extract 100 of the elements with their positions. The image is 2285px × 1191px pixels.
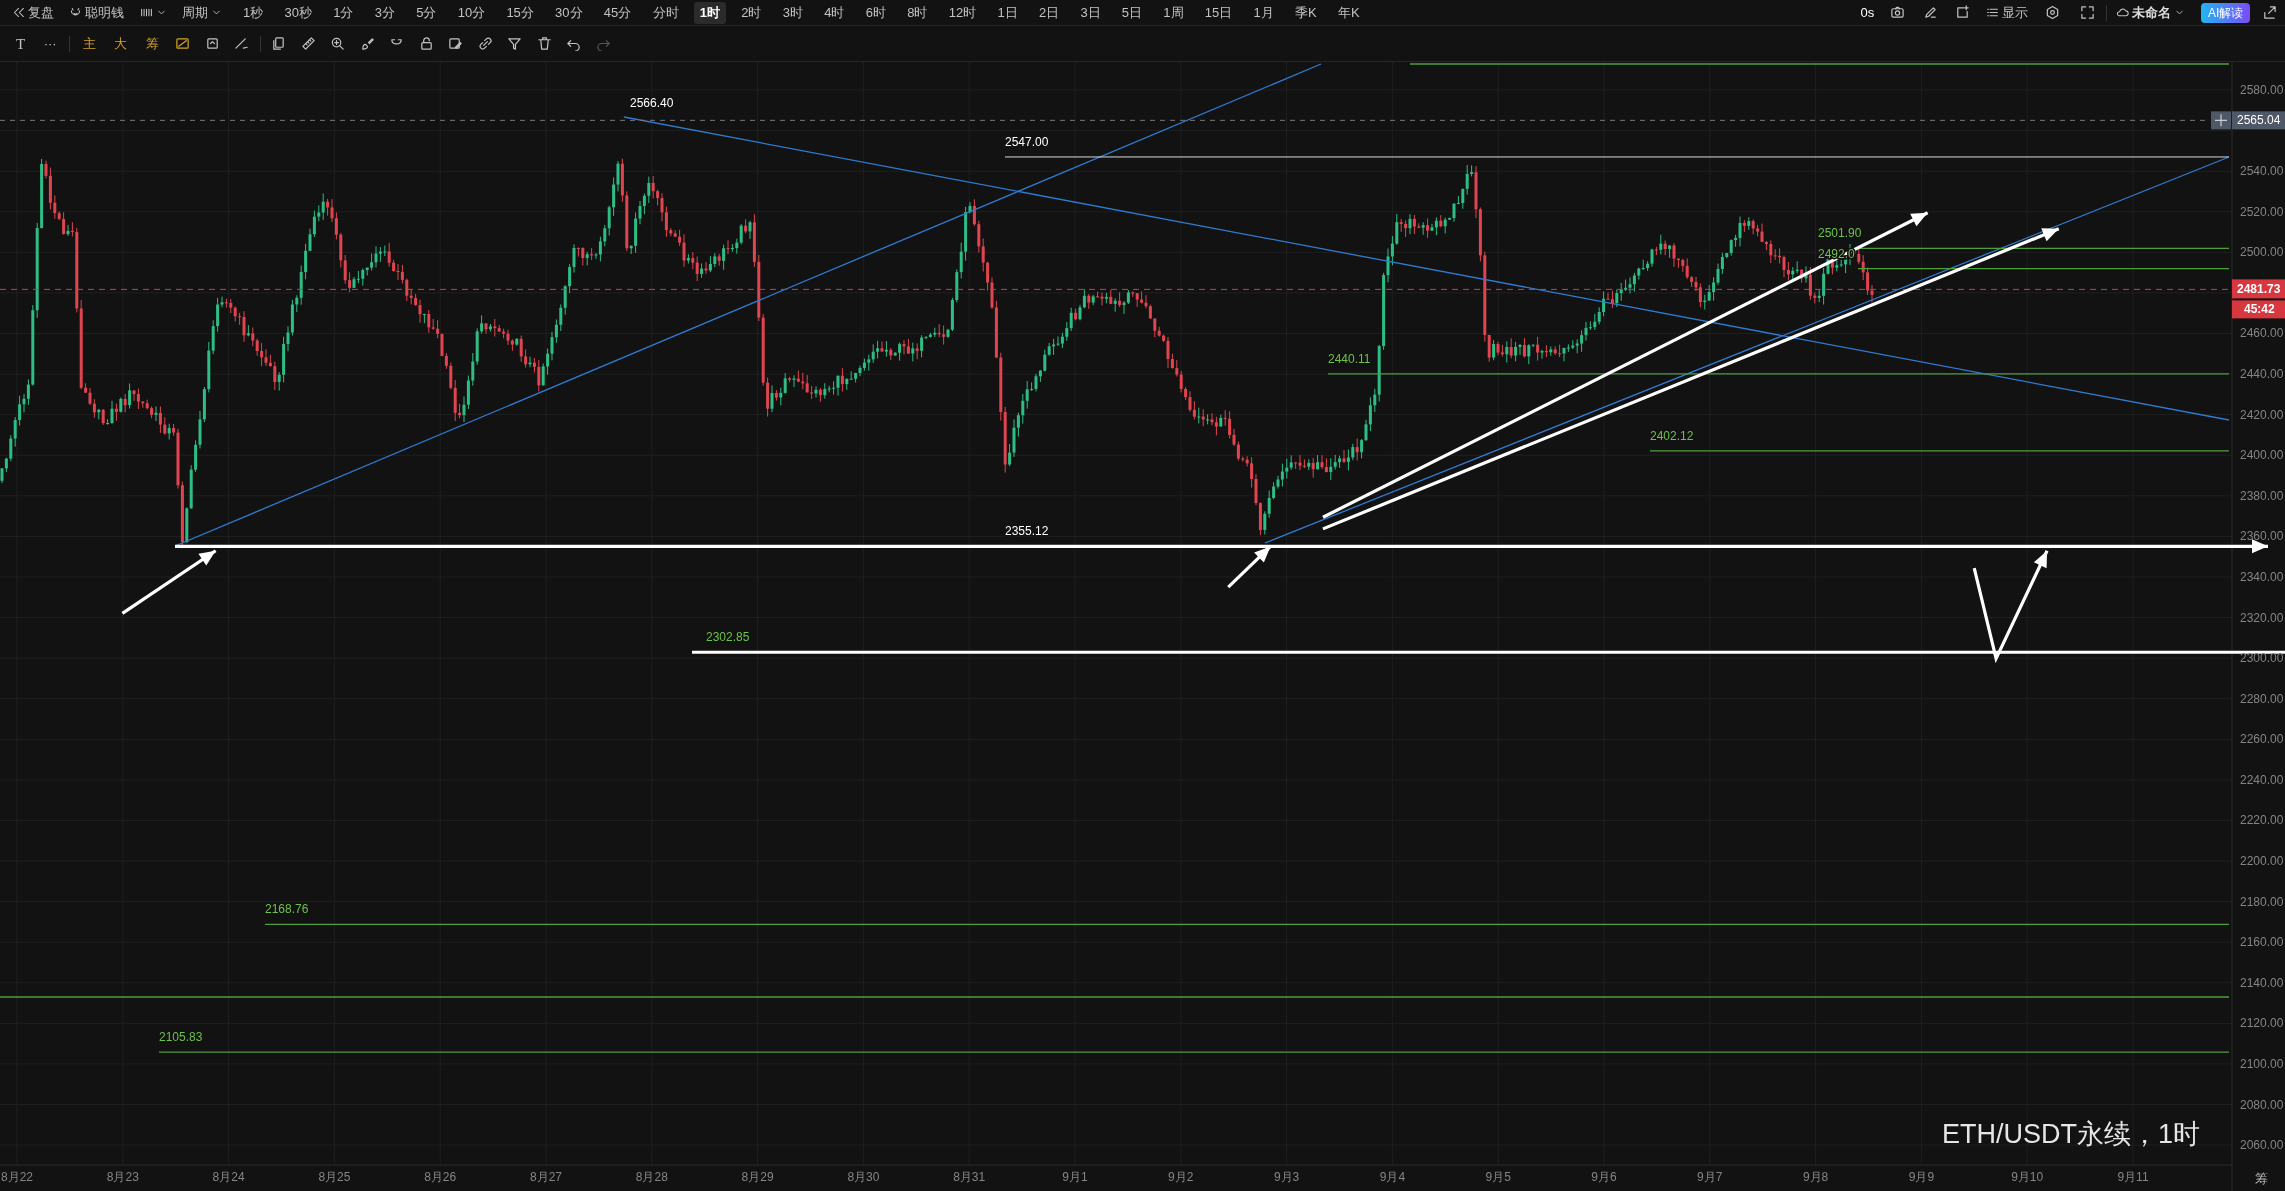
date-tick: 9月3 [1273, 1170, 1300, 1184]
interval-tab[interactable]: 3日 [1074, 1, 1107, 24]
interval-tab[interactable]: 5日 [1115, 1, 1149, 24]
arrow[interactable] [1227, 545, 1272, 589]
layout-dropdown[interactable]: 未命名 [2110, 1, 2192, 24]
interval-tab[interactable]: 分时 [646, 1, 685, 24]
interval-tab[interactable]: 3分 [368, 1, 401, 24]
price-tick: 2200.00 [2240, 854, 2284, 868]
level-line[interactable] [1857, 247, 2230, 250]
interval-tab[interactable]: 5分 [410, 1, 443, 24]
plus-icon [2214, 113, 2228, 127]
copy-icon [271, 36, 287, 51]
interval-tab[interactable]: 4时 [818, 1, 851, 24]
price-tick: 2100.00 [2240, 1056, 2284, 1071]
level-line[interactable] [1857, 267, 2230, 270]
date-tick: 8月27 [530, 1170, 562, 1184]
trend-line[interactable] [623, 116, 2230, 421]
interval-tab[interactable]: 2日 [1032, 1, 1066, 24]
overlay-toggle[interactable]: 大 [108, 32, 134, 55]
level-label: 2440.11 [1328, 351, 1371, 366]
crosshair-price-tag: 2565.04 [2232, 111, 2285, 130]
date-tick: 8月22 [1, 1170, 33, 1184]
trash-icon [536, 36, 552, 51]
date-tick: 9月10 [2011, 1170, 2044, 1184]
display-button[interactable]: 显示 [1980, 1, 2035, 24]
level-label: 2302.85 [706, 630, 750, 645]
period-dropdown[interactable]: 周期 [175, 1, 228, 24]
countdown-tag: 45:42 [2232, 300, 2285, 319]
pencil-icon [1922, 5, 1938, 20]
camera-icon [1890, 5, 1906, 20]
price-tick: 2220.00 [2240, 813, 2284, 828]
trend-line[interactable] [174, 63, 1322, 547]
arrow[interactable] [1322, 227, 2060, 531]
interval-tab[interactable]: 3时 [776, 1, 809, 24]
add-button[interactable] [2211, 111, 2231, 130]
interval-tab[interactable]: 1时 [693, 1, 726, 24]
overlay-toggle[interactable]: 主 [76, 32, 102, 55]
price-tick: 2080.00 [2240, 1097, 2284, 1112]
replay-button[interactable]: 复盘 [6, 1, 60, 24]
date-tick: 9月6 [1591, 1170, 1617, 1184]
crossed-box-icon [175, 36, 191, 51]
price-tick: 2380.00 [2240, 488, 2284, 503]
add-window-icon [1954, 5, 1970, 20]
arrow[interactable] [1322, 211, 1929, 519]
date-tick: 9月4 [1379, 1170, 1406, 1184]
interval-tab[interactable]: 2时 [735, 1, 768, 24]
interval-tab[interactable]: 45分 [597, 1, 638, 24]
date-tick: 9月2 [1168, 1170, 1194, 1184]
interval-tab[interactable]: 12时 [942, 1, 983, 24]
overlay-toggle[interactable]: 筹 [139, 32, 165, 55]
interval-tab[interactable]: 10分 [451, 1, 492, 24]
price-tick: 2400.00 [2240, 448, 2284, 463]
interval-tab[interactable]: 1周 [1157, 1, 1190, 24]
interval-tab[interactable]: 年K [1331, 1, 1366, 24]
interval-tab[interactable]: 1分 [327, 1, 360, 24]
lock-icon [418, 36, 434, 51]
zoom-in-icon [330, 36, 346, 51]
more-button[interactable]: ··· [37, 32, 63, 55]
level-label: 2501.90 [1818, 226, 1862, 241]
price-tick: 2320.00 [2240, 610, 2284, 625]
price-tick: 2420.00 [2240, 407, 2284, 422]
level-label: 2402.12 [1650, 428, 1694, 443]
corner-label: 筹 [2255, 1171, 2268, 1186]
price-tick: 2260.00 [2240, 732, 2284, 747]
interval-tab[interactable]: 8时 [901, 1, 934, 24]
trend-line[interactable] [1264, 156, 2230, 544]
date-tick: 8月23 [106, 1170, 139, 1184]
interval-tab[interactable]: 15分 [500, 1, 540, 24]
copy-box-icon [204, 36, 220, 51]
brush-icon [359, 36, 375, 51]
share-icon [2262, 5, 2277, 20]
interval-tab[interactable]: 30分 [549, 1, 589, 24]
price-tick: 2180.00 [2240, 894, 2284, 909]
interval-tab[interactable]: 1秒 [237, 1, 270, 24]
link-icon [477, 36, 493, 51]
date-tick: 8月31 [953, 1170, 986, 1184]
timer-label: 0s [1859, 3, 1876, 22]
interval-tab[interactable]: 季K [1289, 1, 1323, 24]
ruler-line-icon [234, 36, 250, 51]
last-price-tag: 2481.73 [2232, 279, 2285, 299]
interval-tab[interactable]: 1日 [991, 1, 1024, 24]
date-tick: 8月24 [212, 1170, 245, 1184]
arrow[interactable] [1972, 550, 2049, 664]
level-arrow[interactable] [175, 539, 2268, 554]
date-tick: 9月11 [2117, 1170, 2149, 1184]
interval-tab[interactable]: 30秒 [278, 1, 318, 24]
level-line[interactable] [264, 923, 2230, 926]
price-tick: 2360.00 [2240, 529, 2284, 544]
text-tool-button[interactable]: T [10, 32, 32, 55]
arrow[interactable] [121, 549, 217, 615]
price-tick: 2240.00 [2240, 772, 2284, 787]
price-tick: 2160.00 [2240, 935, 2284, 950]
interval-tab[interactable]: 6时 [859, 1, 892, 24]
date-tick: 9月5 [1485, 1170, 1511, 1184]
interval-tab[interactable]: 15日 [1198, 1, 1239, 24]
date-tick: 8月29 [741, 1170, 774, 1184]
smart-money-button[interactable]: 聪明钱 [63, 1, 131, 24]
interval-tab[interactable]: 1月 [1247, 1, 1280, 24]
date-tick: 9月1 [1062, 1170, 1088, 1184]
ruler-icon [300, 36, 316, 51]
